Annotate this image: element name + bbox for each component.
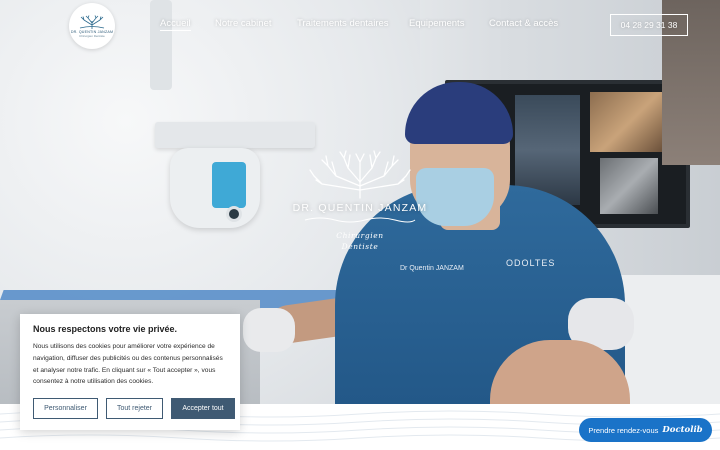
dental-device-screen xyxy=(212,162,246,208)
hero-role-line2: Dentiste xyxy=(341,242,379,251)
dental-device-knob xyxy=(226,206,242,222)
logo-subtitle: Chirurgien Dentiste xyxy=(79,33,105,38)
shirt-name-label: Dr Quentin JANZAM xyxy=(400,265,464,272)
doctolib-appointment-button[interactable]: Prendre rendez-vous Doctolib xyxy=(579,418,712,442)
hero-logo: DR. QUENTIN JANZAM Chirurgien Dentiste xyxy=(290,150,430,252)
cookie-customize-button[interactable]: Personnaliser xyxy=(33,398,98,419)
nav-item-equipements[interactable]: Equipements xyxy=(409,18,464,29)
xray-image-top xyxy=(590,92,670,152)
site-logo[interactable]: DR. QUENTIN JANZAM Chirurgien Dentiste xyxy=(69,3,115,49)
glove-left xyxy=(243,308,295,352)
hero-role-line1: Chirurgien xyxy=(336,231,384,240)
cookie-reject-button[interactable]: Tout rejeter xyxy=(106,398,163,419)
coral-logo-icon xyxy=(79,14,105,29)
cookie-title: Nous respectons votre vie privée. xyxy=(33,324,178,334)
shirt-brand-label: ODOLTES xyxy=(506,258,556,268)
cookie-accept-button[interactable]: Accepter tout xyxy=(171,398,235,419)
nav-item-notre-cabinet[interactable]: Notre cabinet xyxy=(215,18,272,29)
doctolib-label: Prendre rendez-vous xyxy=(588,425,659,435)
phone-button[interactable]: 04 28 29 31 38 xyxy=(610,14,688,36)
cookie-banner: Nous respectons votre vie privée. Nous u… xyxy=(20,314,240,430)
xray-image-bottom xyxy=(600,158,658,214)
coral-tree-icon xyxy=(309,150,411,199)
dental-lamp-arm xyxy=(150,0,172,90)
doctolib-brand: Doctolib xyxy=(662,425,703,435)
cookie-text: Nous utilisons des cookies pour améliore… xyxy=(33,343,223,386)
nav-item-traitements[interactable]: Traitements dentaires xyxy=(297,18,389,29)
dental-shelf xyxy=(155,122,315,148)
hero-doctor-name: DR. QUENTIN JANZAM xyxy=(292,202,428,214)
wave-divider-icon xyxy=(304,217,416,223)
nav-item-contact[interactable]: Contact & accès xyxy=(489,18,558,29)
nav-item-accueil[interactable]: Accueil xyxy=(160,18,191,31)
